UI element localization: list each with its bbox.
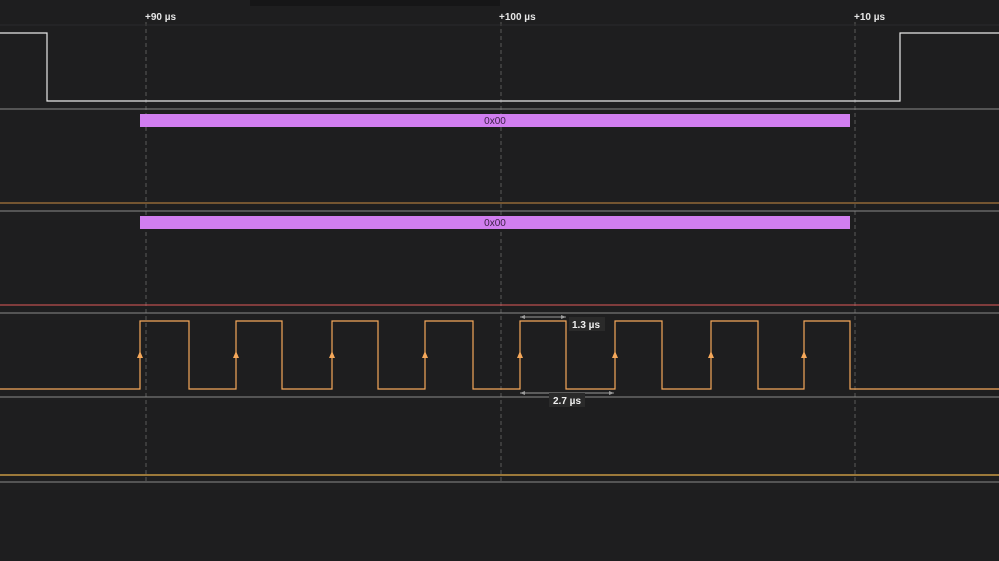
measurement-arrow-right-icon	[561, 315, 566, 319]
rising-edge-marker-6	[612, 351, 618, 358]
measurement-period[interactable]: 2.7 µs	[520, 391, 614, 407]
measurement-arrow-left-icon	[520, 315, 525, 319]
bus-frame-mosi-value: 0x00	[484, 116, 506, 127]
rising-edge-marker-5	[517, 351, 523, 358]
time-tick-label-1: +90 µs	[145, 12, 177, 23]
time-tick-label-2: +100 µs	[499, 12, 536, 23]
measurement-high-width[interactable]: 1.3 µs	[520, 315, 605, 331]
rising-edge-marker-4	[422, 351, 428, 358]
rising-edge-marker-7	[708, 351, 714, 358]
bus-frame-miso-value: 0x00	[484, 218, 506, 229]
measurement-period-label: 2.7 µs	[553, 396, 581, 407]
rising-edge-marker-1	[137, 351, 143, 358]
measurement-arrow-right-icon	[609, 391, 614, 395]
enable-signal-trace[interactable]	[0, 32, 999, 102]
rising-edge-marker-3	[329, 351, 335, 358]
rising-edge-marker-2	[233, 351, 239, 358]
time-tick-label-3: +10 µs	[854, 12, 886, 23]
clock-signal-trace[interactable]	[0, 320, 999, 390]
measurement-high-width-label: 1.3 µs	[572, 320, 600, 331]
ruler-shadow	[250, 0, 500, 6]
logic-analyzer-waveform-view[interactable]: +90 µs +100 µs +10 µs 0x00 0x00 1.3 µs 2…	[0, 0, 999, 561]
measurement-arrow-left-icon	[520, 391, 525, 395]
rising-edge-marker-8	[801, 351, 807, 358]
